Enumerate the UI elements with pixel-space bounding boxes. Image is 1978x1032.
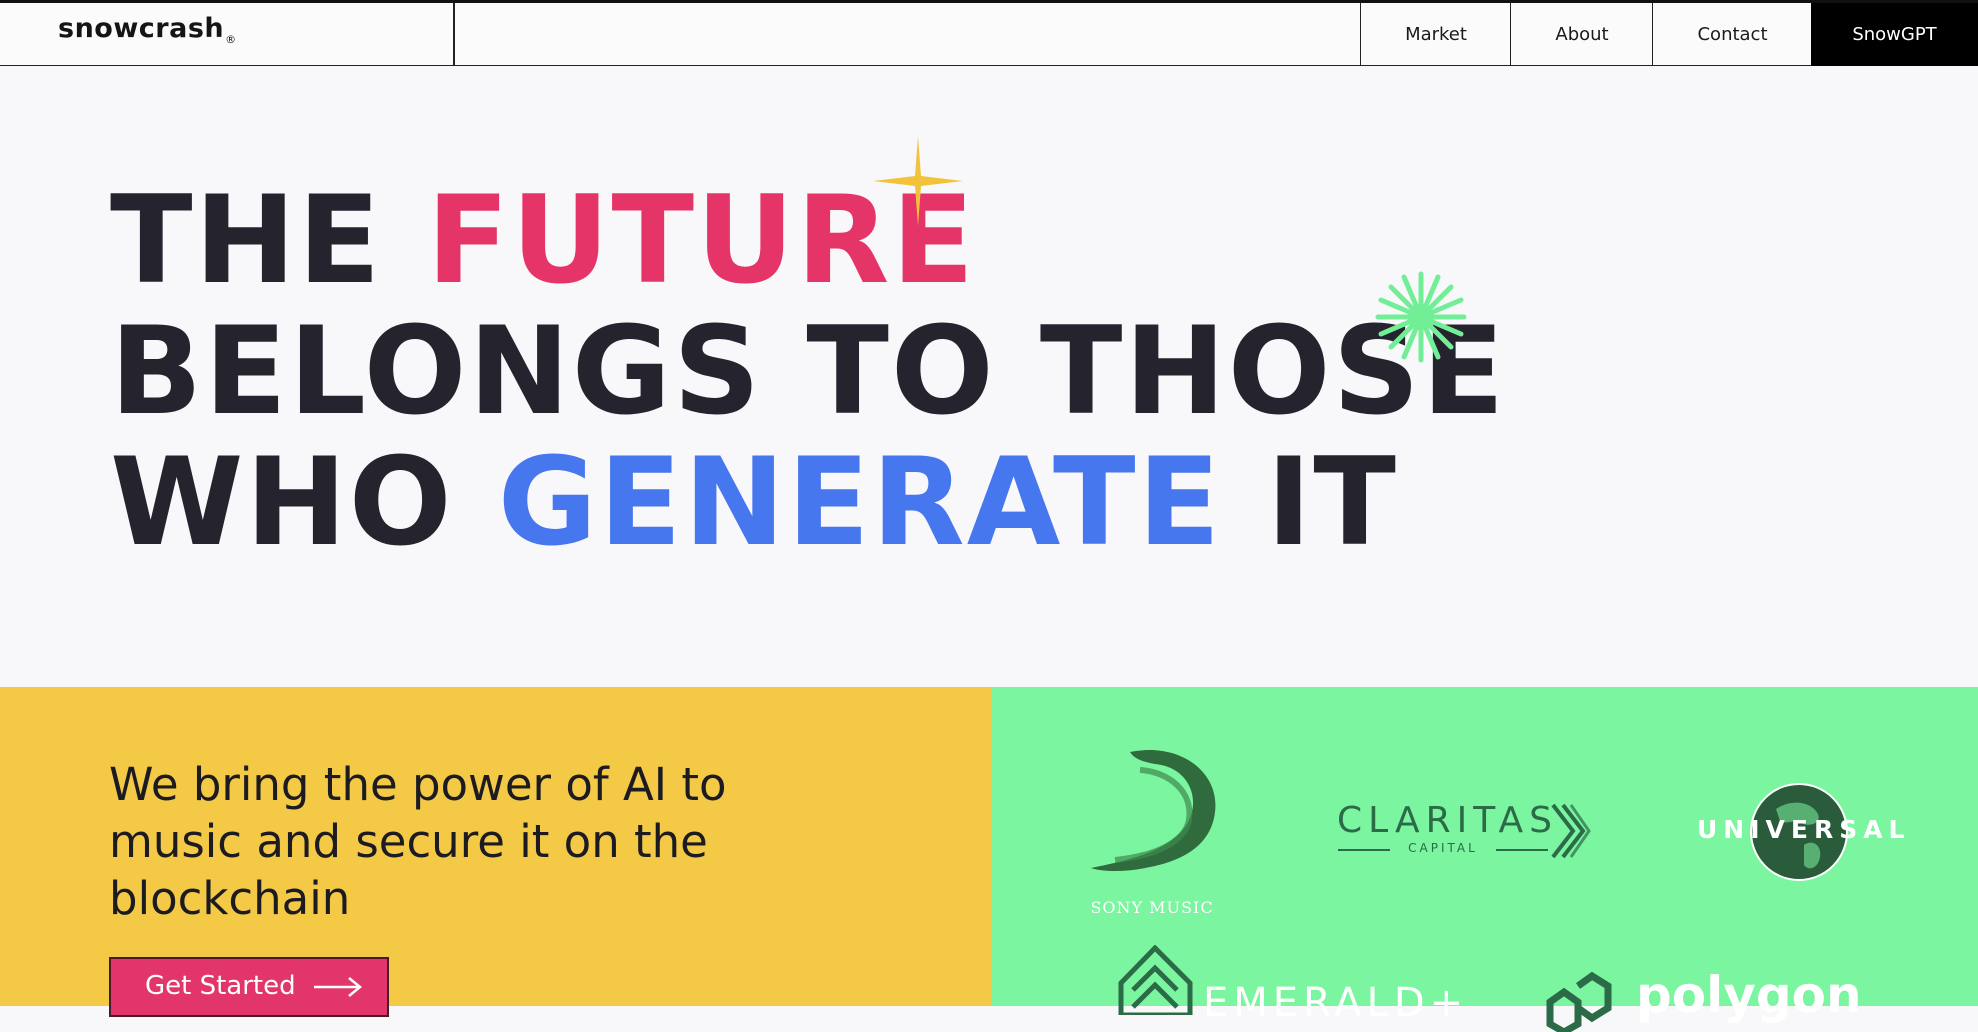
claritas-chevron-icon xyxy=(1551,803,1591,859)
arrow-right-icon xyxy=(313,977,362,997)
nav-about-link[interactable]: About xyxy=(1510,3,1653,66)
hero-the: THE xyxy=(110,170,427,311)
emerald-wordmark: EMERALD+ xyxy=(1203,980,1469,1026)
claritas-wordmark: CLARITAS xyxy=(1337,800,1558,841)
hero-headline: THE FUTURE BELONGS TO THOSE WHO GENERATE… xyxy=(110,175,1506,568)
snowcrash-logo[interactable]: snowcrash® xyxy=(58,13,237,46)
polygon-wordmark: polygon xyxy=(1636,966,1862,1024)
logo-text: snowcrash xyxy=(58,13,225,44)
hero-line-2: BELONGS TO THOSE xyxy=(110,301,1507,442)
sony-music-wordmark: SONY MUSIC xyxy=(1090,898,1214,917)
hero-line-3: WHO GENERATE IT xyxy=(110,437,1506,568)
gold-sparkle-icon xyxy=(873,136,963,226)
top-nav: snowcrash® Market About Contact SnowGPT xyxy=(0,0,1978,66)
claritas-subtitle: CAPITAL xyxy=(1408,841,1478,855)
claritas-rule-right xyxy=(1496,849,1548,851)
registered-mark: ® xyxy=(225,33,237,46)
hero-who: WHO xyxy=(110,432,498,573)
nav-market-link[interactable]: Market xyxy=(1360,3,1511,66)
emerald-logo-icon xyxy=(1118,945,1193,1015)
nav-contact-link[interactable]: Contact xyxy=(1652,3,1812,66)
hero-it: IT xyxy=(1222,432,1398,573)
nav-divider xyxy=(453,3,455,66)
hero-line-1: THE FUTURE xyxy=(110,175,1506,306)
sony-music-logo-icon xyxy=(1091,750,1216,871)
get-started-button[interactable]: Get Started xyxy=(109,957,389,1017)
green-burst-icon xyxy=(1375,271,1467,363)
intro-tagline: We bring the power of AI to music and se… xyxy=(109,758,727,925)
get-started-label: Get Started xyxy=(145,971,296,1001)
snowgpt-button[interactable]: SnowGPT xyxy=(1811,3,1978,66)
hero-generate: GENERATE xyxy=(497,432,1223,573)
polygon-logo-icon xyxy=(1546,971,1612,1032)
universal-wordmark: UNIVERSAL xyxy=(1697,815,1911,844)
